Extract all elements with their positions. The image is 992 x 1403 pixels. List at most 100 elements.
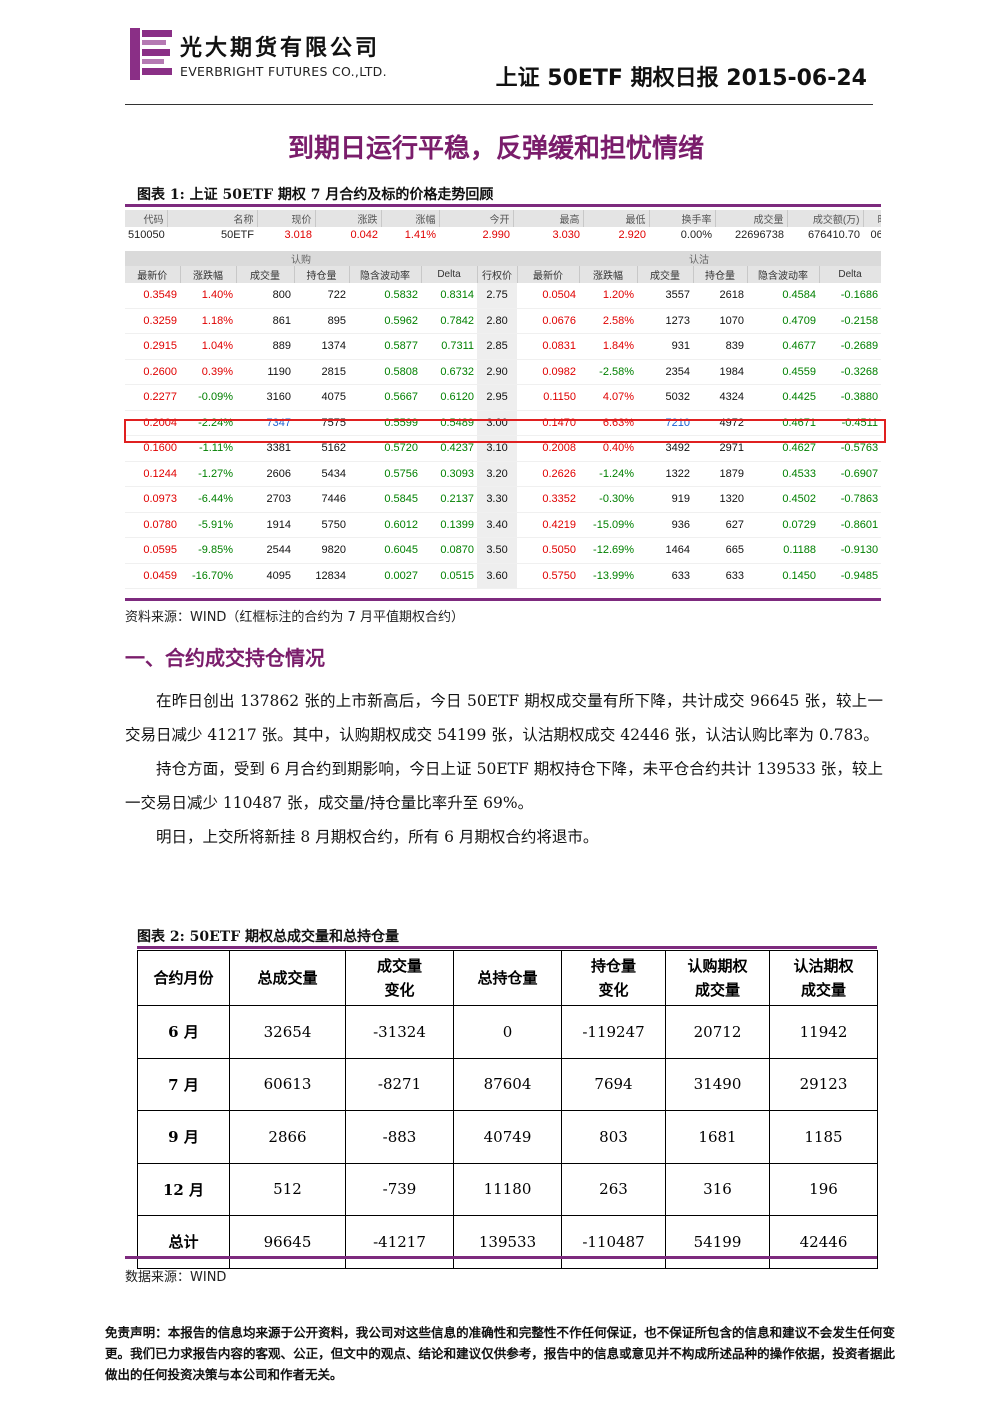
option-column-header: 持仓量 [693, 266, 748, 283]
table-cell: -110487 [561, 1215, 666, 1269]
row-label-cell: 总计 [137, 1215, 230, 1269]
table-cell: 87604 [453, 1057, 562, 1111]
atm-contract-highlight-box [124, 419, 886, 443]
option-cell: 0.3259 [125, 308, 180, 334]
table-cell: 54199 [665, 1215, 770, 1269]
figure1-top-rule [125, 204, 881, 207]
option-cell: 3.60 [477, 563, 518, 589]
option-cell: 1322 [637, 461, 694, 487]
option-cell: 0.5667 [349, 384, 421, 411]
option-cell: 0.2277 [125, 384, 180, 411]
table-header-line: 成交量 [376, 957, 422, 975]
option-cell: 0.4219 [517, 512, 580, 538]
row-label-cell: 9 月 [137, 1110, 230, 1164]
option-cell: 3557 [637, 283, 694, 309]
option-cell: 2544 [236, 537, 294, 564]
option-cell: 12834 [294, 563, 349, 589]
info-header-cell: 成交额(万) [787, 210, 864, 227]
option-cell: 665 [693, 537, 748, 564]
table-cell: -31324 [345, 1005, 454, 1059]
option-cell: 931 [637, 333, 694, 360]
info-value-cell: 676410.70 [808, 229, 860, 241]
company-name-cn: 光大期货有限公司 [180, 35, 381, 61]
option-cell: -0.9130 [819, 537, 881, 564]
option-cell: 1070 [693, 308, 748, 334]
table-header-cell: 合约月份 [137, 950, 230, 1006]
option-row: 0.2277 -0.09% 3160 4075 0.5667 0.6120 2.95 0.11… [125, 384, 881, 411]
option-cell: 0.1244 [125, 461, 180, 487]
table-row: 9 月 2866 -883 40749 803 1681 1185 [137, 1110, 878, 1164]
option-cell: 1320 [693, 486, 748, 513]
option-cell: -0.7863 [819, 486, 881, 513]
table-header-line: 持仓量 [590, 957, 636, 975]
option-column-header: 涨跌幅 [579, 266, 638, 283]
option-cell: -0.3268 [819, 359, 881, 385]
table-cell: 1185 [769, 1110, 878, 1164]
table-header-line: 认购期权 [687, 957, 748, 975]
info-value-cell: 3.018 [284, 229, 312, 241]
option-cell: 0.0515 [421, 563, 478, 589]
table-cell: 40749 [453, 1110, 562, 1164]
company-logo: 光大期货有限公司 EVERBRIGHT FUTURES CO.,LTD. [130, 28, 430, 84]
table-row: 6 月 32654 -31324 0 -119247 20712 11942 [137, 1005, 878, 1059]
info-header-cell: 名称 [167, 210, 258, 227]
option-cell: 1.84% [579, 333, 638, 360]
table-header-cell: 总持仓量 [453, 950, 562, 1006]
table-cell: 96645 [229, 1215, 346, 1269]
option-cell: 839 [693, 333, 748, 360]
option-cell: 919 [637, 486, 694, 513]
figure2-title: 图表 2: 50ETF 期权总成交量和总持仓量 [137, 929, 400, 945]
option-cell: 1914 [236, 512, 294, 538]
table-cell: -739 [345, 1162, 454, 1216]
table-cell: 7694 [561, 1057, 666, 1111]
info-header-cell: 今开 [439, 210, 514, 227]
option-cell: -12.69% [579, 537, 638, 564]
option-cell: 627 [693, 512, 748, 538]
table-cell: 2866 [229, 1110, 346, 1164]
row-label-cell: 7 月 [137, 1057, 230, 1111]
table-cell: 512 [229, 1162, 346, 1216]
option-cell: 0.5050 [517, 537, 580, 564]
option-cell: 0.5962 [349, 308, 421, 334]
option-row: 0.0459 -16.70% 4095 12834 0.0027 0.0515 3.60 0.… [125, 563, 881, 589]
info-header-cell: 涨幅 [381, 210, 440, 227]
volume-oi-table-wrap: 合约月份 总成交量 成交量 变化 总持仓量 持仓量 变化 认购期权 成交量 认沽期权 成交量 6 月… [137, 950, 878, 1269]
option-cell: 7446 [294, 486, 349, 513]
option-cell: 0.0729 [747, 512, 820, 538]
option-cell: 0.2600 [125, 359, 180, 385]
figure1-source: 资料来源：WIND（红框标注的合约为 7 月平值期权合约） [125, 610, 464, 625]
option-cell: 0.39% [180, 359, 236, 385]
option-cell: 3.20 [477, 461, 518, 487]
option-cell: 1.18% [180, 308, 236, 334]
info-value-cell: 0.042 [350, 229, 378, 241]
option-column-header-row: 最新价 涨跌幅 成交量 持仓量 隐含波动率 Delta 行权价 最新价 涨跌幅 成交量 持仓量 隐含波… [125, 266, 881, 283]
table-header-cell: 持仓量 变化 [561, 950, 666, 1006]
header-divider [125, 104, 873, 105]
option-column-header: 隐含波动率 [747, 266, 820, 283]
option-column-header: 持仓量 [294, 266, 350, 283]
option-cell: 0.0504 [517, 283, 580, 309]
option-cell: 0.3093 [421, 461, 478, 487]
option-cell: 0.0870 [421, 537, 478, 564]
option-cell: 2618 [693, 283, 748, 309]
option-cell: 633 [693, 563, 748, 589]
table-cell: -41217 [345, 1215, 454, 1269]
put-group-label: 认沽 [517, 251, 881, 266]
table-header-line: 总持仓量 [477, 969, 538, 987]
table-cell: 316 [665, 1162, 770, 1216]
info-header-cell: 最高 [513, 210, 584, 227]
row-label-cell: 6 月 [137, 1005, 230, 1059]
row-label-cell: 12 月 [137, 1162, 230, 1216]
option-cell: 1190 [236, 359, 294, 385]
table-cell: 29123 [769, 1057, 878, 1111]
option-cell: 0.6732 [421, 359, 478, 385]
option-cell: 3.50 [477, 537, 518, 564]
table-cell: 11180 [453, 1162, 562, 1216]
option-cell: 0.1188 [747, 537, 820, 564]
info-header-cell: 最低 [583, 210, 650, 227]
info-header-cell: 换手率 [649, 210, 716, 227]
figure2-source: 数据来源：WIND [125, 1270, 227, 1285]
option-cell: 0.5832 [349, 283, 421, 309]
option-cell: 5434 [294, 461, 349, 487]
table-header-cell: 认购期权 成交量 [665, 950, 770, 1006]
